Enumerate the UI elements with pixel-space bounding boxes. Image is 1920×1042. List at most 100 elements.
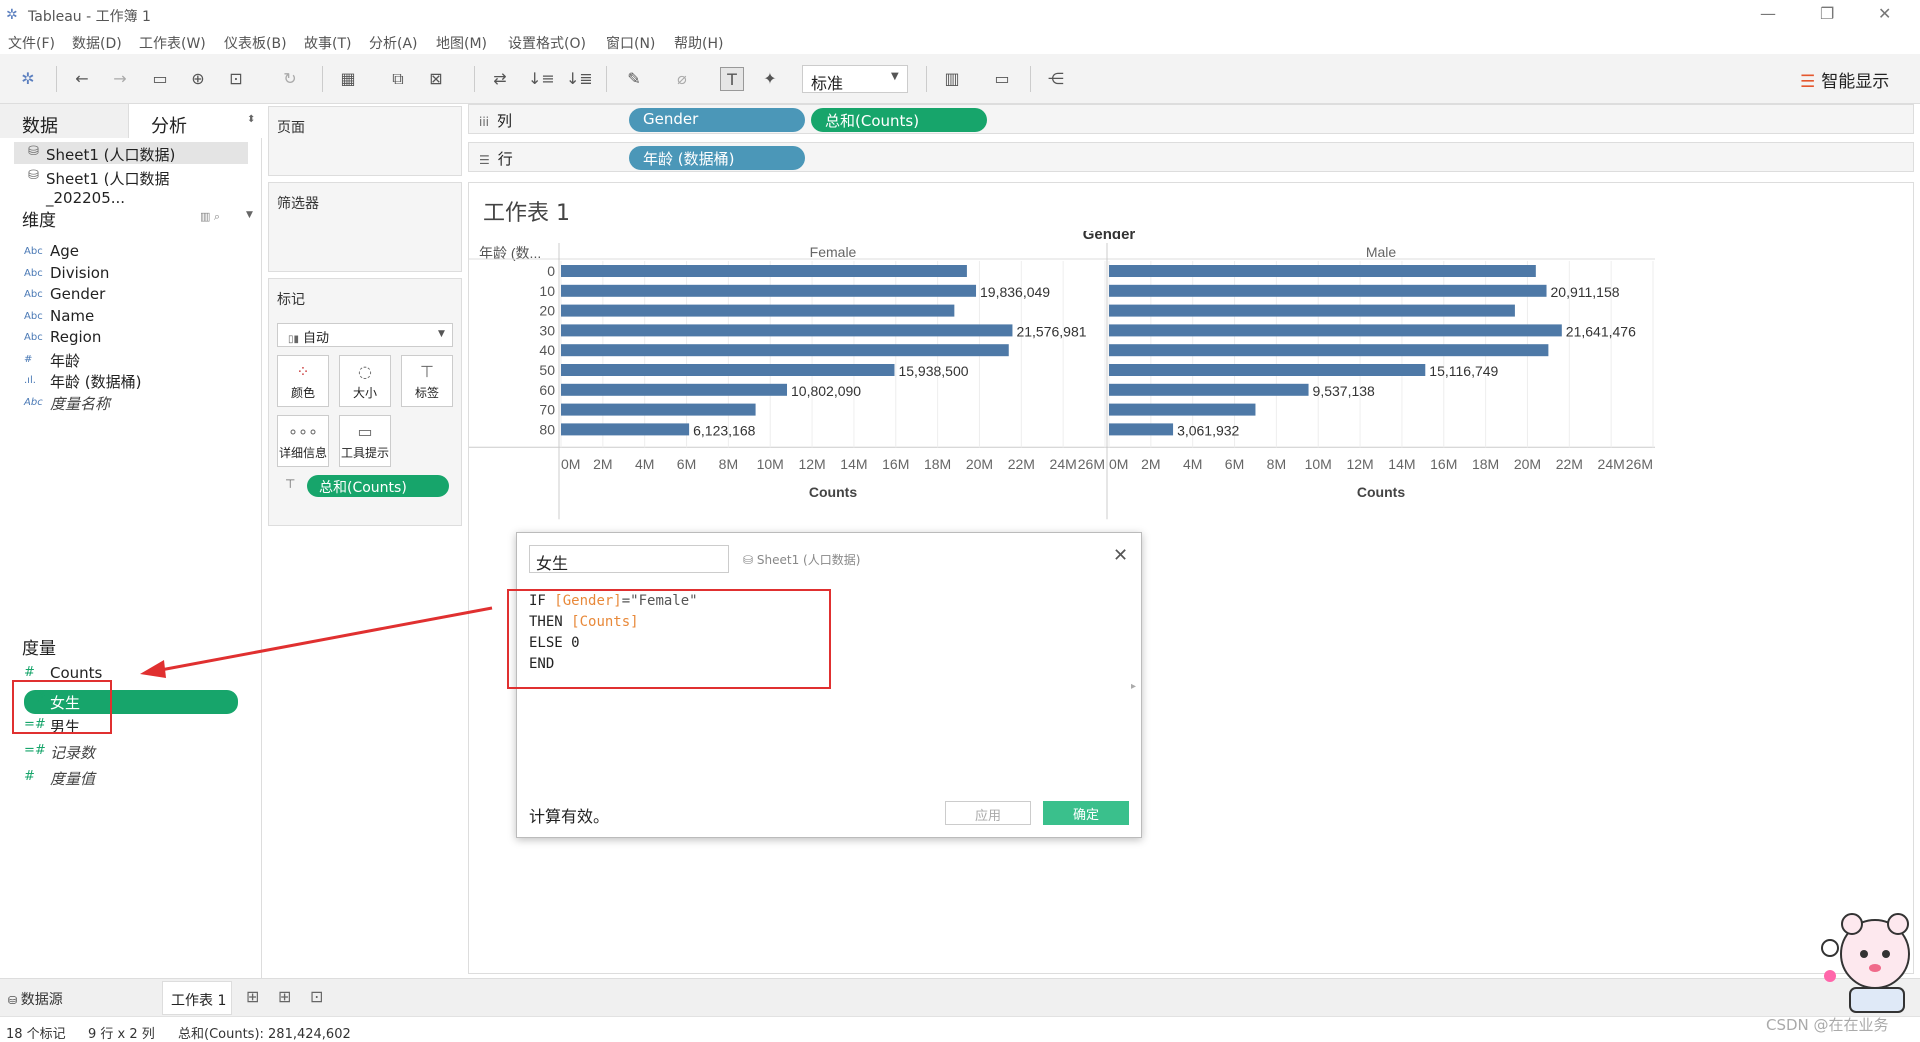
bar [561,403,756,416]
new-dashboard-icon[interactable]: ⊞ [278,987,291,1006]
minimize-button[interactable]: — [1760,4,1776,23]
ok-button[interactable]: 确定 [1043,801,1129,825]
datasource-item[interactable]: ⛁ Sheet1 (人口数据_202205... [14,166,248,207]
clear-sheet-icon[interactable]: ⊠ [424,67,448,91]
filters-card[interactable]: 筛选器 [268,182,462,272]
close-button[interactable]: ✕ [1878,4,1891,23]
menu-data[interactable]: 数据(D) [72,33,122,53]
sort-ascending-icon[interactable]: ↓≡ [528,67,555,91]
tab-datasource[interactable]: ⛁ 数据源 [8,989,63,1009]
size-button[interactable]: ◌ 大小 [339,355,391,407]
datasource-item[interactable]: ⛁ Sheet1 (人口数据) [14,142,248,164]
rows-shelf[interactable]: ☰ 行 年龄 (数据桶) [468,142,1914,172]
new-story-icon[interactable]: ⊡ [310,987,323,1006]
calc-name-input[interactable]: 女生 [529,545,729,573]
mark-type-select[interactable]: ▯▮ 自动 ▼ [277,323,453,347]
redo-icon[interactable]: → [108,67,132,91]
bar [561,344,1009,357]
detail-button[interactable]: ∘∘∘ 详细信息 [277,415,329,467]
pill-age-bins[interactable]: 年龄 (数据桶) [629,146,805,170]
x-tick-label: 6M [1225,456,1244,472]
dimension-field[interactable]: Abc Gender [24,285,105,309]
dimension-field[interactable]: Abc Name [24,307,94,331]
show-cards-icon[interactable]: ▥ [940,67,964,91]
apply-button[interactable]: 应用 [945,801,1031,825]
sort-descending-icon[interactable]: ↓≣ [566,67,593,91]
dimension-field[interactable]: # 年龄 [24,350,80,374]
y-category-label: 50 [539,362,555,378]
restore-button[interactable]: ❐ [1820,4,1834,23]
label-button[interactable]: ⊤ 标签 [401,355,453,407]
color-button[interactable]: ⁘ 颜色 [277,355,329,407]
dimension-field[interactable]: Abc Region [24,328,101,352]
new-worksheet-icon[interactable]: ▦ [336,67,360,91]
view-options-icon[interactable]: ▥ ⌕ [200,210,220,224]
measure-field[interactable]: # 度量值 [24,768,95,792]
dimension-field[interactable]: .ıl. 年龄 (数据桶) [24,371,141,395]
bar [1109,265,1536,277]
pages-card[interactable]: 页面 [268,106,462,176]
dimension-field[interactable]: Abc Age [24,242,79,266]
rows-label: ☰ 行 [479,150,513,168]
y-category-label: 10 [539,283,555,299]
pin-axes-icon[interactable]: ✦ [758,67,782,91]
tab-sheet1[interactable]: 工作表 1 [162,981,232,1015]
x-tick-label: 14M [1388,456,1415,472]
menu-file[interactable]: 文件(F) [8,33,55,53]
share-icon[interactable]: ⋲ [1044,67,1068,91]
tab-menu-icon[interactable]: ⬍ [247,114,255,125]
pause-updates-icon[interactable]: ⊡ [224,67,248,91]
menu-dashboard[interactable]: 仪表板(B) [224,33,287,53]
columns-shelf[interactable]: iii 列 Gender 总和(Counts) [468,104,1914,134]
menu-help[interactable]: 帮助(H) [674,33,723,53]
group-members-icon[interactable]: ⌀ [670,67,694,91]
measures-title: 度量 [22,639,56,659]
tooltip-button[interactable]: ▭ 工具提示 [339,415,391,467]
menu-format[interactable]: 设置格式(O) [508,33,586,53]
tooltip-icon: ▭ [357,422,373,441]
menu-map[interactable]: 地图(M) [436,33,487,53]
highlight-icon[interactable]: ✎ [622,67,646,91]
close-icon[interactable]: ✕ [1113,545,1128,566]
pill-sum-counts[interactable]: 总和(Counts) [811,108,987,132]
bar [561,265,967,277]
measure-field[interactable]: =# 记录数 [24,742,95,766]
menu-analysis[interactable]: 分析(A) [369,33,418,53]
bar [1109,383,1309,396]
data-label: 9,537,138 [1313,383,1375,399]
refresh-icon[interactable]: ↻ [278,67,302,91]
x-tick-label: 14M [840,456,867,472]
undo-icon[interactable]: ← [70,67,94,91]
menu-worksheet[interactable]: 工作表(W) [139,33,206,53]
show-me-button[interactable]: ☰ 智能显示 [1800,67,1889,92]
x-tick-label: 4M [635,456,654,472]
dimension-field[interactable]: Abc 度量名称 [24,393,110,417]
menu-story[interactable]: 故事(T) [304,33,351,53]
swap-rows-columns-icon[interactable]: ⇄ [488,67,512,91]
x-tick-label: 10M [1305,456,1332,472]
new-worksheet-icon[interactable]: ⊞ [246,987,259,1006]
data-label: 3,061,932 [1177,422,1239,438]
y-category-label: 30 [539,322,555,338]
expand-arrow-icon[interactable]: ▸ [1131,681,1136,692]
tab-analysis[interactable]: 分析 ⬍ [128,104,262,138]
x-tick-label: 20M [1514,456,1541,472]
tableau-home-icon[interactable]: ✲ [16,67,40,91]
new-datasource-icon[interactable]: ⊕ [186,67,210,91]
datasource-icon: ⛁ [743,553,757,567]
pane-menu-icon[interactable]: ▼ [246,210,253,220]
dimension-field[interactable]: Abc Division [24,264,109,288]
y-category-label: 40 [539,342,555,358]
presentation-mode-icon[interactable]: ▭ [990,67,1014,91]
panel-header: Female [810,244,857,260]
duplicate-sheet-icon[interactable]: ⧉ [386,67,410,91]
bar [1109,364,1426,376]
fit-view-select[interactable]: 标准 ▼ [802,65,908,93]
marks-sum-counts-pill[interactable]: 总和(Counts) [307,475,449,497]
save-icon[interactable]: ▭ [148,67,172,91]
show-mark-labels-icon[interactable]: T [720,67,744,91]
x-tick-label: 24M [1598,456,1625,472]
pill-gender[interactable]: Gender [629,108,805,132]
tab-data[interactable]: 数据 [0,104,128,138]
menu-window[interactable]: 窗口(N) [606,33,655,53]
